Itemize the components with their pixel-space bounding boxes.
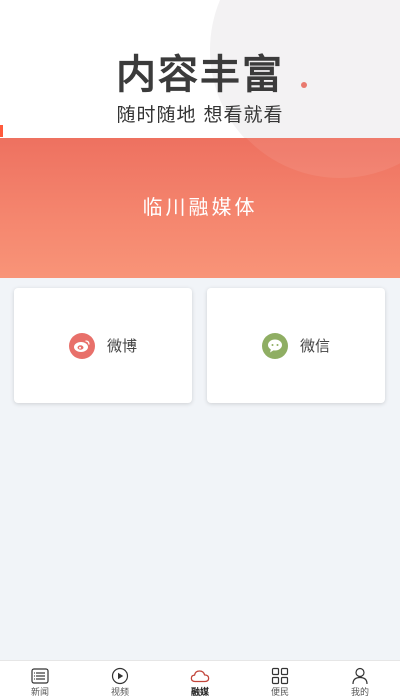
promo-title: 内容丰富 (116, 52, 284, 98)
grid-icon (270, 666, 290, 686)
play-icon (110, 666, 130, 686)
nav-label-news: 新闻 (30, 688, 49, 698)
weibo-card[interactable]: 微博 (14, 288, 192, 403)
wechat-icon (261, 332, 288, 359)
nav-label-profile: 我的 (350, 688, 369, 698)
nav-item-news[interactable]: 新闻 (0, 661, 80, 700)
nav-item-services[interactable]: 便民 (240, 661, 320, 700)
nav-item-video[interactable]: 视频 (80, 661, 160, 700)
bottom-nav: 新闻 视频 融媒 便民 我的 (0, 660, 400, 700)
header-banner: 临川融媒体 (0, 138, 400, 278)
nav-label-services: 便民 (270, 688, 289, 698)
promo-edge-mark (0, 125, 3, 137)
promo-banner: 内容丰富 随时随地 想看就看 (0, 0, 400, 140)
cloud-icon (190, 666, 210, 686)
page-title: 临川融媒体 (142, 195, 258, 219)
nav-item-media[interactable]: 融媒 (160, 661, 240, 700)
promo-subtitle: 随时随地 想看就看 (116, 104, 284, 126)
news-list-icon (30, 666, 50, 686)
wechat-label: 微信 (299, 337, 330, 355)
header-decoration (210, 138, 400, 178)
user-icon (350, 666, 370, 686)
promo-dot (301, 82, 307, 88)
nav-label-media: 融媒 (190, 688, 209, 698)
wechat-card[interactable]: 微信 (207, 288, 385, 403)
weibo-icon (68, 332, 95, 359)
nav-label-video: 视频 (110, 688, 129, 698)
weibo-label: 微博 (106, 337, 137, 355)
nav-item-profile[interactable]: 我的 (320, 661, 400, 700)
